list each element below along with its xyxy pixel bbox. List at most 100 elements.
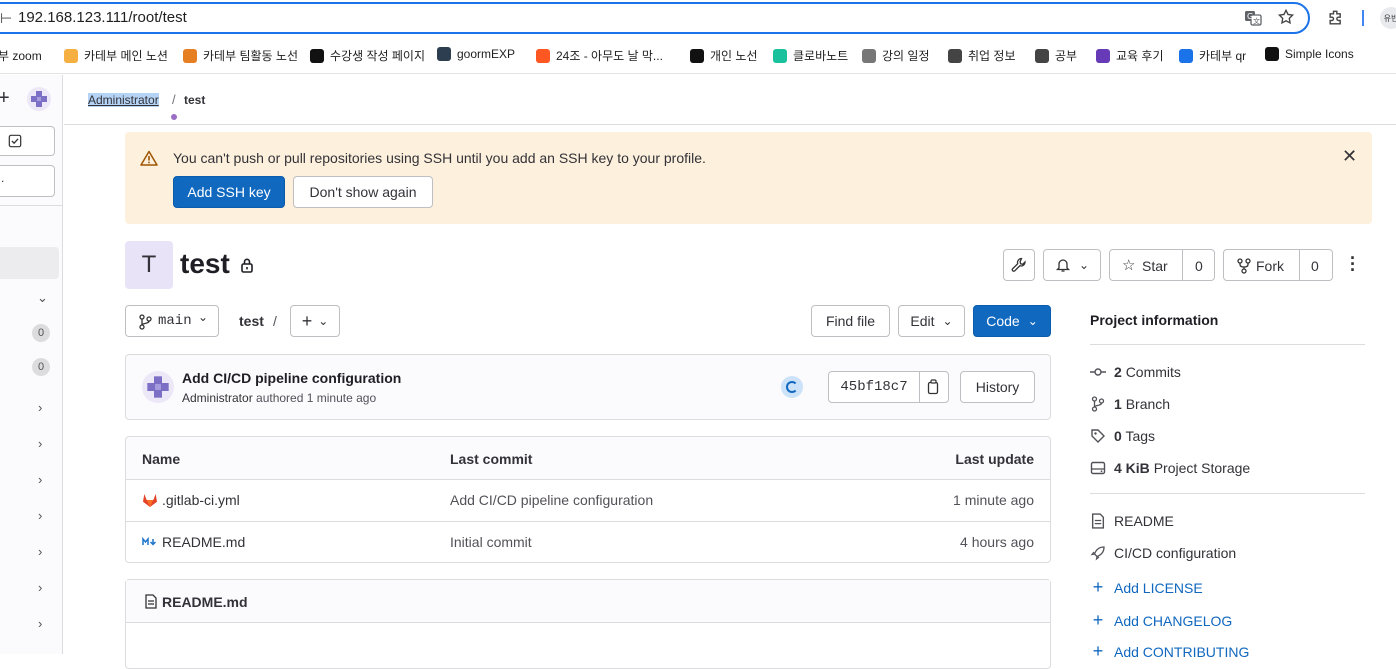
notification-button[interactable]: ⌄	[1043, 249, 1101, 281]
bookmark-item[interactable]: 수강생 작성 페이지	[310, 47, 425, 64]
commit-author[interactable]: Administrator	[182, 391, 253, 405]
commit-author-avatar[interactable]	[142, 371, 174, 403]
chevron-down-icon: ⌄	[198, 310, 209, 324]
branches-link[interactable]: 1 Branch	[1090, 396, 1170, 412]
bookmark-item[interactable]: 카테부 팀활동 노선	[183, 47, 298, 64]
running-icon	[786, 381, 798, 393]
bookmark-item[interactable]: 카테부 qr	[1179, 47, 1246, 64]
fire-icon	[536, 48, 550, 63]
bookmark-item[interactable]: 공부	[1035, 47, 1077, 64]
chevron-down-icon[interactable]: ⌄	[37, 290, 48, 306]
project-avatar[interactable]: T	[125, 241, 173, 289]
site-info-icon[interactable]: ⊢	[0, 10, 12, 27]
pipeline-status-icon[interactable]	[781, 376, 803, 398]
chevron-right-icon[interactable]: ›	[38, 472, 42, 487]
file-name[interactable]: README.md	[162, 534, 245, 550]
commit-meta: Administrator authored 1 minute ago	[182, 391, 376, 405]
address-bar[interactable]	[0, 2, 1310, 34]
fork-button[interactable]: Fork 0	[1223, 249, 1333, 281]
branch-name: main	[158, 313, 192, 329]
create-new-icon[interactable]: +	[0, 87, 10, 110]
commit-sha[interactable]: 45bf18c7	[828, 371, 920, 403]
table-header: Name Last commit Last update	[126, 437, 1050, 480]
tags-link[interactable]: 0 Tags	[1090, 428, 1155, 444]
calendar-icon	[862, 48, 876, 63]
find-file-button[interactable]: Find file	[811, 305, 890, 337]
chevron-right-icon[interactable]: ›	[38, 616, 42, 631]
commit-title[interactable]: Add CI/CD pipeline configuration	[182, 370, 401, 386]
monitor-icon	[437, 47, 451, 61]
extensions-icon[interactable]	[1326, 8, 1346, 28]
gitlab-icon	[143, 494, 157, 507]
ci-cd-configuration-link[interactable]: CI/CD configuration	[1090, 545, 1236, 561]
simpleicons-icon	[1265, 47, 1279, 61]
history-button[interactable]: History	[960, 371, 1035, 403]
dont-show-again-button[interactable]: Don't show again	[293, 176, 433, 208]
chevron-right-icon[interactable]: ›	[38, 580, 42, 595]
user-avatar[interactable]	[27, 87, 51, 111]
wrench-icon	[1011, 257, 1026, 272]
bookmark-item[interactable]: 부 zoom	[0, 47, 42, 64]
focus-dot	[171, 114, 177, 120]
chevron-right-icon[interactable]: ›	[38, 400, 42, 415]
todo-button[interactable]	[0, 126, 55, 156]
code-button[interactable]: Code ⌄	[973, 305, 1051, 337]
bookmark-item[interactable]: 취업 정보	[948, 47, 1016, 64]
table-row[interactable]: README.md Initial commit 4 hours ago	[126, 521, 1050, 563]
fork-count[interactable]: 0	[1311, 258, 1319, 274]
star-count[interactable]: 0	[1195, 258, 1203, 274]
fork-icon	[1237, 258, 1251, 274]
bookmark-item[interactable]: 개인 노선	[690, 47, 758, 64]
url-text[interactable]: 192.168.123.111/root/test	[18, 9, 187, 26]
add-contributing-link[interactable]: + Add CONTRIBUTING	[1090, 641, 1250, 662]
bookmark-item[interactable]: 클로바노트	[773, 47, 848, 64]
file-last-commit[interactable]: Initial commit	[450, 534, 532, 550]
search-button[interactable]: .	[0, 165, 55, 197]
star-button[interactable]: ☆ Star 0	[1109, 249, 1215, 281]
gitlab-sidebar: + . ⌄ 0 0 › › › › › › ›	[0, 75, 63, 654]
bookmark-label: Simple Icons	[1285, 47, 1354, 61]
profile-avatar[interactable]: 유빈	[1380, 7, 1396, 29]
fork-label: Fork	[1256, 258, 1284, 274]
readme-link[interactable]: README	[1090, 513, 1174, 529]
add-ssh-key-button[interactable]: Add SSH key	[173, 176, 285, 208]
bookmark-item[interactable]: 24조 - 아무도 날 막...	[536, 47, 663, 64]
bookmark-label: 교육 후기	[1116, 49, 1164, 63]
chevron-right-icon[interactable]: ›	[38, 436, 42, 451]
bookmark-star-icon[interactable]	[1277, 8, 1295, 26]
chevron-down-icon: ⌄	[1027, 314, 1038, 328]
table-row[interactable]: .gitlab-ci.yml Add CI/CD pipeline config…	[126, 479, 1050, 522]
readme-title[interactable]: README.md	[162, 594, 248, 610]
chevron-right-icon[interactable]: ›	[38, 544, 42, 559]
close-icon[interactable]: ✕	[1342, 146, 1357, 167]
branch-icon	[1091, 396, 1105, 412]
ssh-warning-alert: You can't push or pull repositories usin…	[125, 132, 1372, 224]
branch-selector[interactable]: main ⌄	[125, 305, 219, 337]
bookmark-item[interactable]: 교육 후기	[1096, 47, 1164, 64]
copy-sha-button[interactable]	[919, 371, 949, 403]
bookmark-item[interactable]: Simple Icons	[1265, 47, 1354, 61]
add-changelog-link[interactable]: + Add CHANGELOG	[1090, 610, 1233, 631]
add-to-tree-button[interactable]: + ⌄	[290, 305, 340, 337]
file-last-update: 4 hours ago	[960, 534, 1034, 550]
more-actions-icon[interactable]: · · ·	[1350, 249, 1364, 279]
add-license-link[interactable]: + Add LICENSE	[1090, 577, 1203, 598]
settings-button[interactable]	[1003, 249, 1035, 281]
file-last-commit[interactable]: Add CI/CD pipeline configuration	[450, 492, 653, 508]
breadcrumb-owner[interactable]: Administrator	[88, 93, 159, 107]
code-label: Code	[986, 313, 1020, 329]
path-root-link[interactable]: test	[239, 313, 264, 329]
translate-icon[interactable]: G 文	[1244, 9, 1262, 27]
sidebar-item-project-active[interactable]	[0, 247, 59, 279]
edit-button[interactable]: Edit ⌄	[898, 305, 965, 337]
sidepanel-divider	[1362, 10, 1364, 26]
bookmark-label: 취업 정보	[968, 49, 1016, 63]
commits-link[interactable]: 2 Commits	[1090, 364, 1181, 380]
tags-count: 0	[1114, 428, 1122, 444]
bookmark-item[interactable]: goormEXP	[437, 47, 515, 61]
file-name[interactable]: .gitlab-ci.yml	[162, 492, 240, 508]
chevron-right-icon[interactable]: ›	[38, 508, 42, 523]
breadcrumb-project[interactable]: test	[184, 93, 205, 107]
bookmark-item[interactable]: 카테부 메인 노션	[64, 47, 168, 64]
bookmark-item[interactable]: 강의 일정	[862, 47, 930, 64]
